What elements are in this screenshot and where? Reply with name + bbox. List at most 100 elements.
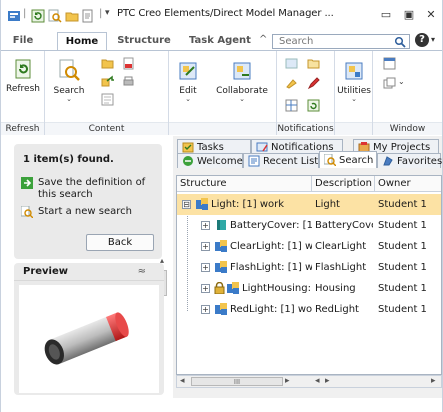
scroll-thumb[interactable]: III	[191, 377, 283, 386]
tab-task-agent[interactable]: Task Agent	[185, 32, 255, 50]
restore-icon[interactable]: ▣	[399, 6, 419, 24]
pdf-icon[interactable]	[122, 57, 135, 70]
refresh-icon[interactable]	[31, 9, 45, 23]
group-label-collaborate	[169, 122, 276, 135]
scroll-left-icon[interactable]: ◂	[180, 376, 185, 386]
row-structure: Light: [1] work	[211, 199, 285, 210]
expand-node-icon[interactable]: +	[201, 263, 210, 272]
new-document-icon[interactable]	[81, 9, 95, 23]
export-icon[interactable]	[101, 75, 114, 88]
preview-title: Preview	[23, 266, 69, 277]
right-panel: Tasks Notifications My Projects Welcome …	[173, 136, 442, 398]
expand-node-icon[interactable]: +	[201, 242, 210, 251]
pencil-icon[interactable]	[307, 77, 320, 90]
search-icon[interactable]	[394, 36, 406, 48]
new-window-icon[interactable]	[383, 57, 396, 70]
back-button[interactable]: Back	[86, 234, 154, 251]
close-icon[interactable]: ✕	[421, 6, 441, 24]
help-icon[interactable]: ?	[415, 33, 429, 47]
app-logo-icon[interactable]	[7, 9, 21, 23]
row-structure: LightHousing: [1]	[242, 283, 312, 294]
welcome-icon	[183, 156, 193, 166]
arrange-dropdown-icon[interactable]: ⌄	[398, 77, 405, 86]
search-results-box: 1 item(s) found. Save the definition of …	[14, 144, 162, 259]
open-folder-icon[interactable]	[101, 57, 114, 70]
table-row[interactable]: ⊟ Light: [1] work Light Student 1	[177, 194, 441, 215]
ribbon-collapse-icon[interactable]: ^	[259, 34, 267, 45]
notification-settings-icon[interactable]	[285, 57, 298, 70]
search-icon[interactable]	[48, 9, 62, 23]
search-input[interactable]	[273, 35, 383, 48]
tab-favorites-label: Favorites	[397, 156, 443, 167]
edit-button[interactable]: Edit ⌄	[171, 61, 205, 103]
tab-structure[interactable]: Structure	[114, 32, 174, 50]
print-icon[interactable]	[122, 75, 135, 88]
column-header-owner[interactable]: Owner	[375, 176, 441, 192]
row-owner: Student 1	[378, 262, 427, 273]
expand-node-icon[interactable]: +	[201, 305, 210, 314]
group-window: ⌄ Window	[373, 51, 442, 135]
scroll-right-icon[interactable]: ▸	[285, 376, 290, 386]
arrange-windows-icon[interactable]	[383, 77, 396, 90]
tab-search[interactable]: Search	[319, 151, 377, 168]
row-structure: RedLight: [1] work	[230, 304, 312, 315]
table-row[interactable]: + BatteryCover: [1] v BatteryCover Stude…	[177, 215, 441, 236]
recent-list-icon	[248, 155, 260, 167]
tab-favorites[interactable]: Favorites	[377, 153, 443, 168]
collapse-icon[interactable]: ≈	[138, 266, 146, 277]
folder-icon[interactable]	[307, 57, 320, 70]
expand-node-icon[interactable]: +	[201, 284, 210, 293]
scroll-left-icon[interactable]: ◂	[315, 376, 320, 386]
search-button[interactable]: Search ⌄	[49, 59, 89, 103]
notifications-icon	[256, 142, 268, 152]
tab-recent-list[interactable]: Recent List	[243, 153, 319, 168]
table-row[interactable]: + LightHousing: [1] Housing Student 1	[177, 278, 441, 299]
collaborate-icon	[233, 62, 251, 80]
row-description: Light	[315, 199, 340, 210]
group-label-window: Window	[373, 122, 442, 135]
utilities-dropdown-icon[interactable]: ⌄	[335, 96, 373, 103]
table-row[interactable]: + RedLight: [1] work RedLight Student 1	[177, 299, 441, 320]
group-content: Search ⌄ Content	[45, 51, 169, 135]
horizontal-scrollbar[interactable]: ◂ III ▸ ◂ ▸ ▸	[176, 375, 442, 388]
row-description: ClearLight	[315, 241, 367, 252]
qat-separator: |	[23, 8, 27, 19]
utilities-button[interactable]: Utilities ⌄	[335, 61, 373, 103]
save-search-text: Save the definition of this search	[38, 177, 146, 200]
tab-welcome[interactable]: Welcome	[177, 153, 243, 168]
collaborate-dropdown-icon[interactable]: ⌄	[211, 96, 273, 103]
new-search-link[interactable]: Start a new search	[21, 206, 161, 218]
tab-home[interactable]: Home	[57, 32, 107, 51]
search-dropdown-icon[interactable]: ⌄	[49, 96, 89, 103]
column-header-description[interactable]: Description	[312, 176, 375, 192]
table-row[interactable]: + FlashLight: [1] wor FlashLight Student…	[177, 257, 441, 278]
expand-node-icon[interactable]: +	[201, 221, 210, 230]
qat-dropdown-icon[interactable]: ▾	[105, 8, 110, 18]
edit-dropdown-icon[interactable]: ⌄	[171, 96, 205, 103]
save-search-link[interactable]: Save the definition of this search	[21, 177, 161, 201]
row-description: RedLight	[315, 304, 359, 315]
scroll-right-icon[interactable]: ▸	[325, 376, 330, 386]
utilities-icon	[345, 62, 363, 80]
column-header-structure[interactable]: Structure	[177, 176, 312, 192]
refresh-button[interactable]: Refresh	[3, 59, 43, 94]
help-dropdown-icon[interactable]: ▾	[431, 35, 435, 44]
tab-tasks[interactable]: Tasks	[177, 139, 251, 154]
group-label-content: Content	[45, 122, 168, 135]
minimize-icon[interactable]: ▭	[376, 6, 396, 24]
ribbon: Refresh Refresh Search ⌄ Content Edit ⌄	[1, 50, 442, 135]
favorites-icon	[383, 156, 393, 166]
tab-file[interactable]: File	[5, 32, 41, 50]
scroll-right-icon[interactable]: ▸	[431, 376, 436, 386]
collaborate-button[interactable]: Collaborate ⌄	[211, 61, 273, 103]
row-structure: FlashLight: [1] wor	[230, 262, 312, 273]
table-row[interactable]: + ClearLight: [1] worl ClearLight Studen…	[177, 236, 441, 257]
collapse-node-icon[interactable]: ⊟	[182, 200, 191, 209]
refresh-notifications-icon[interactable]	[307, 99, 320, 112]
search-icon	[324, 154, 336, 166]
preview-header[interactable]: Preview ≈	[14, 263, 164, 281]
copy-structure-icon[interactable]	[101, 93, 114, 106]
subscribe-icon[interactable]	[285, 77, 298, 90]
grid-icon[interactable]	[285, 99, 298, 112]
open-folder-icon[interactable]	[65, 9, 79, 23]
